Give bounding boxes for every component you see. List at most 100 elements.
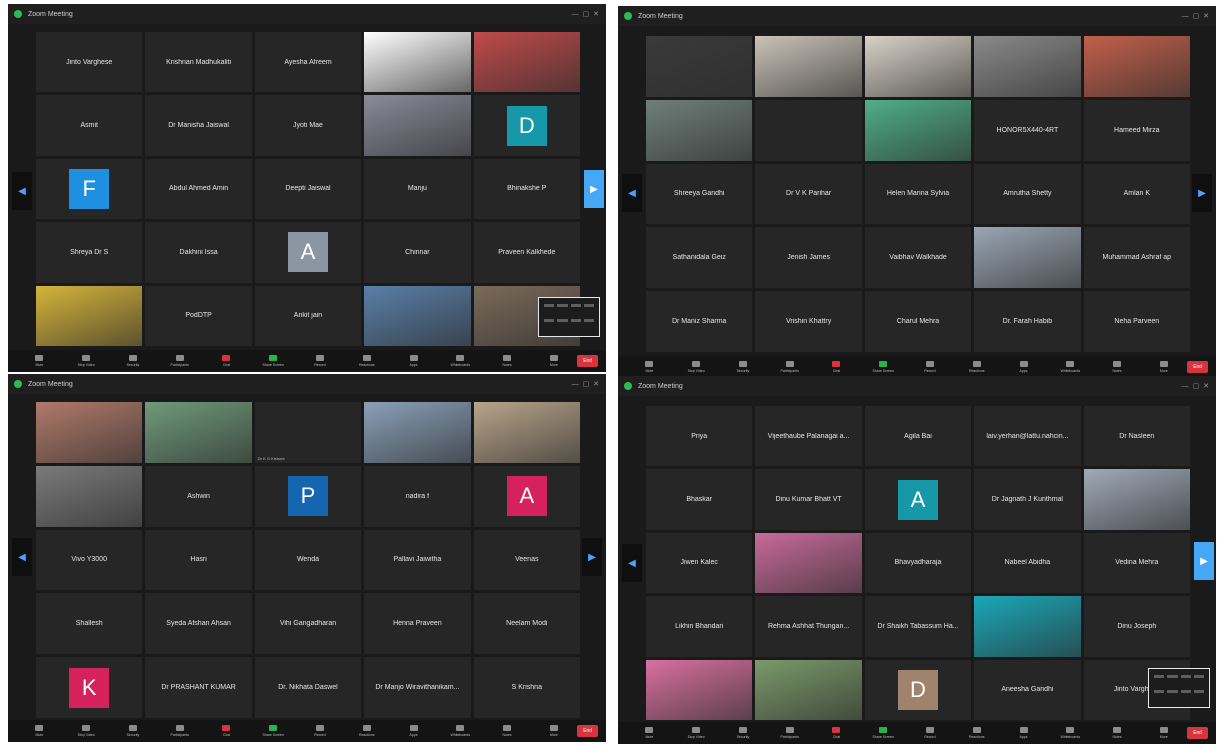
participant-tile[interactable]: Jyoti Mae bbox=[254, 95, 362, 156]
toolbar-button[interactable]: Security bbox=[720, 356, 767, 376]
participant-tile[interactable]: Priya bbox=[646, 406, 753, 467]
toolbar-button[interactable]: Notes bbox=[1094, 722, 1141, 744]
toolbar-button[interactable]: Stop Video bbox=[673, 722, 720, 744]
toolbar-button[interactable]: Stop Video bbox=[63, 720, 110, 742]
participant-tile[interactable]: Shreya Dr S bbox=[36, 222, 143, 283]
participant-tile[interactable] bbox=[1083, 469, 1190, 530]
toolbar-button[interactable]: Participants bbox=[766, 356, 813, 376]
toolbar-button[interactable]: Share Screen bbox=[250, 720, 297, 742]
toolbar-button[interactable]: Notes bbox=[1094, 356, 1141, 376]
toolbar-button[interactable]: Stop Video bbox=[673, 356, 720, 376]
toolbar-button[interactable]: Stop Video bbox=[63, 350, 110, 372]
toolbar-button[interactable]: Security bbox=[110, 350, 157, 372]
participant-tile[interactable] bbox=[473, 402, 580, 463]
participant-tile[interactable]: Dr Manisha Jaiswal bbox=[145, 95, 252, 156]
participant-tile[interactable]: K bbox=[36, 657, 143, 718]
participant-tile[interactable]: Dr Manjo Wiravithanikam... bbox=[364, 657, 471, 718]
toolbar-button[interactable]: Share Screen bbox=[860, 356, 907, 376]
participant-tile[interactable] bbox=[36, 465, 143, 527]
toolbar-button[interactable]: Record bbox=[297, 350, 344, 372]
toolbar-button[interactable]: Whiteboards bbox=[437, 720, 484, 742]
participant-tile[interactable]: Ashwin bbox=[145, 465, 252, 527]
toolbar-button[interactable]: Notes bbox=[484, 350, 531, 372]
participant-tile[interactable]: Charul Mehra bbox=[864, 291, 972, 352]
toolbar-button[interactable]: Apps bbox=[1000, 356, 1047, 376]
self-view-thumbnail[interactable] bbox=[1148, 668, 1210, 708]
participant-tile[interactable]: Sathanidala Geiz bbox=[646, 227, 753, 289]
participant-tile[interactable]: D bbox=[473, 95, 580, 156]
participant-tile[interactable] bbox=[755, 36, 862, 97]
participant-tile[interactable]: Jinto Varghese bbox=[36, 32, 143, 93]
participant-tile[interactable]: A bbox=[254, 222, 362, 283]
toolbar-button[interactable]: Mute bbox=[626, 722, 673, 744]
end-meeting-button[interactable]: End bbox=[577, 355, 599, 367]
participant-tile[interactable]: Amrutha Shetty bbox=[974, 163, 1081, 225]
participant-tile[interactable]: Jiwen Kalec bbox=[646, 532, 753, 594]
toolbar-button[interactable]: Chat bbox=[813, 722, 860, 744]
participant-tile[interactable]: Hameed Mirza bbox=[1083, 99, 1190, 161]
participant-tile[interactable] bbox=[473, 32, 580, 93]
participant-tile[interactable]: Vihi Gangadharan bbox=[254, 593, 362, 655]
participant-tile[interactable]: Bhaskar bbox=[646, 469, 753, 530]
toolbar-button[interactable]: Mute bbox=[16, 350, 63, 372]
toolbar-button[interactable]: Chat bbox=[203, 350, 250, 372]
participant-tile[interactable] bbox=[974, 227, 1081, 289]
participant-tile[interactable] bbox=[974, 596, 1081, 657]
toolbar-button[interactable]: Chat bbox=[813, 356, 860, 376]
participant-tile[interactable]: Asmit bbox=[36, 95, 143, 156]
prev-page-arrow-icon[interactable]: ◀ bbox=[12, 172, 32, 210]
participant-tile[interactable]: Ankit jain bbox=[254, 285, 362, 346]
participant-tile[interactable]: Bhinakshe P bbox=[473, 158, 580, 220]
participant-tile[interactable]: Dr Shaikh Tabassum Ha... bbox=[864, 596, 972, 657]
participant-tile[interactable]: Dr Maniz Sharma bbox=[646, 291, 753, 352]
window-controls[interactable]: — ▢ ✕ bbox=[572, 10, 600, 18]
participant-tile[interactable] bbox=[36, 402, 143, 463]
participant-tile[interactable]: Dr PRASHANT KUMAR bbox=[145, 657, 252, 718]
participant-tile[interactable]: Bhavyadharaja bbox=[864, 532, 972, 594]
participant-tile[interactable] bbox=[364, 285, 471, 346]
toolbar-button[interactable]: Apps bbox=[390, 720, 437, 742]
prev-page-arrow-icon[interactable]: ◀ bbox=[622, 174, 642, 212]
toolbar-button[interactable]: Reactions bbox=[343, 350, 390, 372]
participant-tile[interactable]: Praveen Kalkhede bbox=[473, 222, 580, 283]
toolbar-button[interactable]: Mute bbox=[626, 356, 673, 376]
participant-tile[interactable]: Ayesha Afreem bbox=[254, 32, 362, 93]
participant-tile[interactable]: A bbox=[864, 469, 972, 530]
participant-tile[interactable]: Krishnan Madhukaliti bbox=[145, 32, 252, 93]
participant-tile[interactable]: P bbox=[254, 465, 362, 527]
participant-tile[interactable]: A bbox=[473, 465, 580, 527]
participant-tile[interactable]: laiv.yerhan@lattu.nahcin... bbox=[974, 406, 1081, 467]
next-page-arrow-icon[interactable]: ▶ bbox=[582, 538, 602, 576]
participant-tile[interactable]: Hasri bbox=[145, 529, 252, 591]
participant-tile[interactable]: Deepti Jaiswal bbox=[254, 158, 362, 220]
participant-tile[interactable]: Helen Marina Sylvia bbox=[864, 163, 972, 225]
prev-page-arrow-icon[interactable]: ◀ bbox=[12, 538, 32, 576]
participant-tile[interactable] bbox=[364, 95, 471, 156]
participant-tile[interactable]: Chinnar bbox=[364, 222, 471, 283]
toolbar-button[interactable]: Reactions bbox=[343, 720, 390, 742]
participant-tile[interactable]: Dr. Nikhata Daswel bbox=[254, 657, 362, 718]
toolbar-button[interactable]: Reactions bbox=[953, 356, 1000, 376]
participant-tile[interactable]: Dr Jagnath J Kunthmal bbox=[974, 469, 1081, 530]
participant-tile[interactable]: Aneesha Gandhi bbox=[974, 659, 1081, 720]
participant-tile[interactable]: Henna Praveen bbox=[364, 593, 471, 655]
toolbar-button[interactable]: Reactions bbox=[953, 722, 1000, 744]
toolbar-button[interactable]: More bbox=[530, 350, 577, 372]
participant-tile[interactable] bbox=[864, 99, 972, 161]
next-page-arrow-icon[interactable]: ▶ bbox=[1192, 174, 1212, 212]
participant-tile[interactable]: Rehma Ashhat Thungan... bbox=[755, 596, 862, 657]
toolbar-button[interactable]: Security bbox=[110, 720, 157, 742]
participant-tile[interactable] bbox=[364, 402, 471, 463]
toolbar-button[interactable]: Record bbox=[297, 720, 344, 742]
participant-tile[interactable]: Abdul Ahmed Amin bbox=[145, 158, 252, 220]
participant-tile[interactable]: S Krishna bbox=[473, 657, 580, 718]
participant-tile[interactable]: Neha Parveen bbox=[1083, 291, 1190, 352]
toolbar-button[interactable]: Apps bbox=[390, 350, 437, 372]
participant-tile[interactable] bbox=[755, 659, 862, 720]
participant-tile[interactable]: Vijeethaube Palanagai a... bbox=[755, 406, 862, 467]
window-controls[interactable]: — ▢ ✕ bbox=[1182, 382, 1210, 390]
prev-page-arrow-icon[interactable]: ◀ bbox=[622, 544, 642, 582]
participant-tile[interactable]: Syeda Afshan Ahsan bbox=[145, 593, 252, 655]
next-page-arrow-icon[interactable]: ▶ bbox=[584, 170, 604, 208]
participant-tile[interactable]: HONOR5X440-4RT bbox=[974, 99, 1081, 161]
